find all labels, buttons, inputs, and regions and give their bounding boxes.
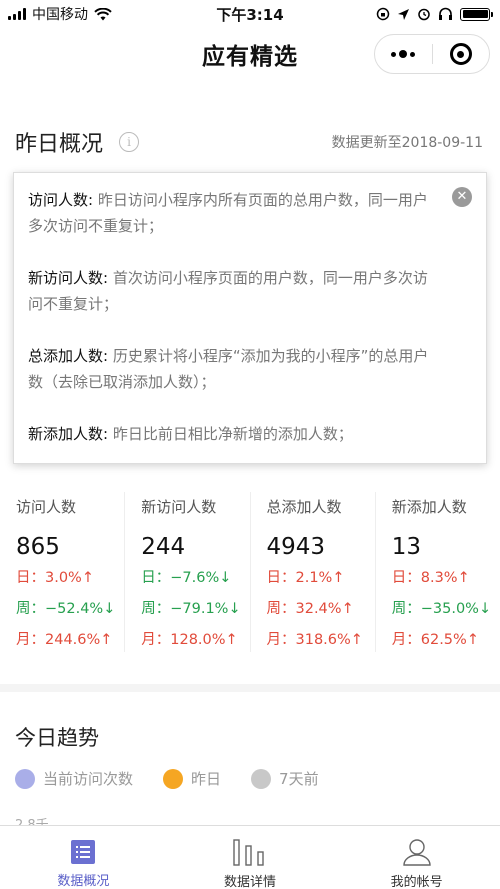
stat-day-change: 日：−7.6%↓ [141,570,232,586]
stats-row: 访问人数 865 日：3.0%↑ 周：−52.4%↓ 月：244.6%↑ 新访问… [0,492,500,652]
tooltip-term: 新访问人数: [28,269,109,287]
page-title: 应有精选 [202,44,298,70]
tooltip-item: 新添加人数: 昨日比前日相比净新增的添加人数； [28,421,442,447]
stat-day-change: 日：8.3%↑ [391,570,470,586]
tooltip-item: 总添加人数: 历史累计将小程序“添加为我的小程序”的总用户数（去除已取消添加人数… [28,343,442,395]
status-left: 中国移动 [8,4,112,24]
trend-title: 今日趋势 [15,726,99,750]
stat-value: 4943 [266,534,326,560]
close-icon[interactable]: ✕ [452,187,472,207]
more-dots-icon [391,50,416,58]
stat-day-change: 日：3.0%↑ [16,570,94,586]
bar-chart-icon [233,838,267,866]
tab-details[interactable]: 数据详情 [167,826,334,889]
legend-dot [163,768,184,789]
legend-dot [15,768,35,789]
stat-label: 新添加人数 [391,498,467,516]
tab-label: 数据概况 [57,874,110,889]
tab-label: 我的帐号 [390,875,443,889]
stat-week-change: 周：−79.1%↓ [141,601,241,617]
legend-label: 昨日 [191,770,222,788]
battery-icon [460,7,493,21]
tooltip-term: 访问人数: [28,191,94,209]
info-icon[interactable]: i [119,132,140,152]
stat-week-change: 周：−52.4%↓ [16,601,116,617]
stat-label: 新访问人数 [141,498,217,516]
nav-bar: 应有精选 [0,28,500,80]
stat-week-change: 周：−35.0%↓ [391,601,492,617]
stat-label: 访问人数 [16,498,77,516]
legend-label: 当前访问次数 [43,770,134,788]
miniprogram-capsule [374,34,490,74]
stat-month-change: 月：244.6%↑ [16,632,113,648]
tooltip-item: 新访问人数: 首次访问小程序页面的用户数，同一用户多次访问不重复计； [28,265,442,317]
stat-value: 865 [16,534,60,560]
overview-header: 昨日概况 i 数据更新至2018-09-11 [15,126,483,158]
stat-week-change: 周：32.4%↑ [266,601,354,617]
stat-month-change: 月：318.6%↑ [266,632,363,648]
definition-tooltip: 访问人数: 昨日访问小程序内所有页面的总用户数，同一用户多次访问不重复计； 新访… [13,172,487,464]
status-bar: 中国移动 下午3:14 [0,0,500,28]
alarm-icon [418,8,430,21]
trend-legend: 当前访问次数 昨日 7天前 [15,768,319,789]
location-icon [398,8,409,20]
overview-title: 昨日概况 [15,132,104,157]
tab-bar: 数据概况 数据详情 我的帐号 [0,825,500,889]
user-icon [402,838,432,866]
tooltip-item: 访问人数: 昨日访问小程序内所有页面的总用户数，同一用户多次访问不重复计； [28,187,442,239]
status-right [376,7,493,21]
stat-value: 244 [141,534,186,560]
legend-dot [251,768,272,789]
stat-visitors[interactable]: 访问人数 865 日：3.0%↑ 周：−52.4%↓ 月：244.6%↑ [0,492,126,652]
legend-label: 7天前 [279,770,319,788]
tab-account[interactable]: 我的帐号 [333,826,500,889]
signal-icon [8,8,26,20]
legend-yesterday[interactable]: 昨日 [163,768,221,789]
list-icon [70,838,96,865]
legend-current[interactable]: 当前访问次数 [15,768,133,789]
tooltip-desc: 昨日比前日相比净新增的添加人数； [112,425,353,443]
headphones-icon [439,7,452,20]
tab-overview[interactable]: 数据概况 [0,826,167,889]
target-icon [449,43,472,65]
tab-label: 数据详情 [224,875,277,889]
wifi-icon [94,7,112,20]
stat-month-change: 月：62.5%↑ [391,632,479,648]
stat-value: 13 [391,534,422,560]
more-button[interactable] [375,35,432,73]
stat-total-added[interactable]: 总添加人数 4943 日：2.1%↑ 周：32.4%↑ 月：318.6%↑ [251,492,376,652]
section-divider [0,684,500,692]
close-miniprogram-button[interactable] [433,35,490,73]
stat-label: 总添加人数 [266,498,342,516]
legend-7days[interactable]: 7天前 [251,768,319,789]
update-date: 数据更新至2018-09-11 [331,135,483,151]
stat-new-visitors[interactable]: 新访问人数 244 日：−7.6%↓ 周：−79.1%↓ 月：128.0%↑ [125,492,251,652]
tooltip-term: 总添加人数: [28,347,109,365]
tooltip-term: 新添加人数: [28,425,109,443]
carrier-label: 中国移动 [32,7,88,23]
lock-rotation-icon [376,7,390,21]
stat-day-change: 日：2.1%↑ [266,570,345,586]
stat-month-change: 月：128.0%↑ [141,632,238,648]
stat-new-added[interactable]: 新添加人数 13 日：8.3%↑ 周：−35.0%↓ 月：62.5%↑ [376,492,500,652]
